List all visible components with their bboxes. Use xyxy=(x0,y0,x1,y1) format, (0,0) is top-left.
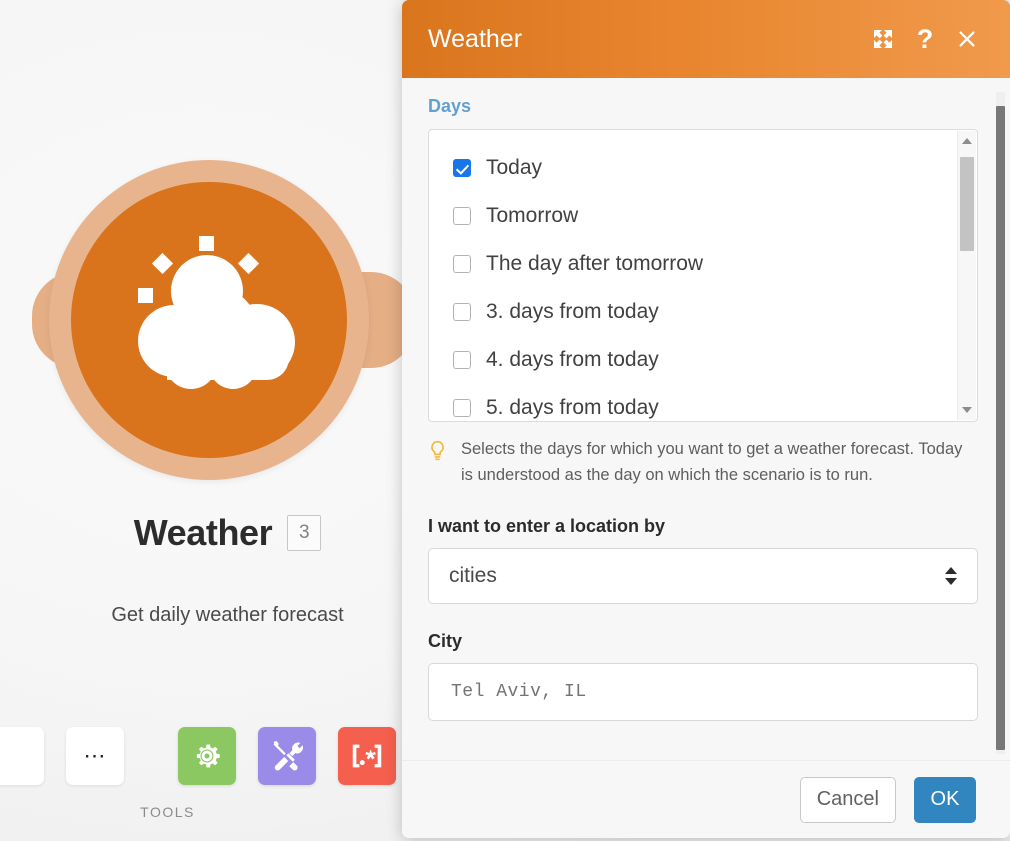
lightbulb-icon xyxy=(428,437,448,488)
scroll-up-arrow-icon[interactable] xyxy=(958,132,976,150)
location-group: I want to enter a location by cities xyxy=(428,516,978,605)
ellipsis-icon: ⋯ xyxy=(83,743,107,768)
weather-module-node[interactable] xyxy=(27,160,427,480)
expand-arrows-icon xyxy=(874,30,892,48)
gear-tool-tile[interactable] xyxy=(178,727,236,785)
days-listbox[interactable]: Today Tomorrow The day after tomorrow 3.… xyxy=(428,129,978,422)
day-label: 5. days from today xyxy=(486,396,659,419)
location-select-value: cities xyxy=(449,564,497,588)
scroll-down-arrow-icon[interactable] xyxy=(958,401,976,419)
node-title-row: Weather 3 xyxy=(0,512,455,554)
tool-strip: ⋯ xyxy=(0,727,396,785)
weather-dialog: Weather ? Days Today Tomorrow The day af… xyxy=(402,0,1010,838)
days-hint: Selects the days for which you want to g… xyxy=(428,437,978,488)
regex-brackets-icon xyxy=(352,744,382,768)
days-list-scroll-thumb[interactable] xyxy=(960,157,974,251)
partial-tile[interactable] xyxy=(0,727,44,785)
day-checkbox-day-after-tomorrow[interactable] xyxy=(453,255,471,273)
day-item-today[interactable]: Today xyxy=(429,144,977,192)
day-item-3-days[interactable]: 3. days from today xyxy=(429,288,977,336)
page-title: Weather xyxy=(133,512,273,553)
day-item-day-after-tomorrow[interactable]: The day after tomorrow xyxy=(429,240,977,288)
day-checkbox-5-days[interactable] xyxy=(453,399,471,417)
location-label: I want to enter a location by xyxy=(428,516,666,537)
dialog-footer: Cancel OK xyxy=(402,760,1010,838)
day-item-4-days[interactable]: 4. days from today xyxy=(429,336,977,384)
day-checkbox-4-days[interactable] xyxy=(453,351,471,369)
day-checkbox-today[interactable] xyxy=(453,159,471,177)
city-input[interactable]: Tel Aviv, IL xyxy=(428,663,978,722)
day-checkbox-3-days[interactable] xyxy=(453,303,471,321)
dialog-header: Weather ? xyxy=(402,0,1010,78)
days-label: Days xyxy=(428,96,472,116)
cancel-button[interactable]: Cancel xyxy=(799,776,896,823)
select-updown-icon xyxy=(945,567,957,586)
sun-behind-cloud-icon xyxy=(138,236,295,389)
dialog-title: Weather xyxy=(428,24,523,53)
day-label: 4. days from today xyxy=(486,348,659,371)
screwdriver-wrench-icon xyxy=(273,741,304,771)
day-item-tomorrow[interactable]: Tomorrow xyxy=(429,192,977,240)
tools-label: TOOLS xyxy=(140,804,195,820)
question-mark-icon: ? xyxy=(916,23,934,54)
day-label: 3. days from today xyxy=(486,300,659,323)
city-input-value: Tel Aviv, IL xyxy=(451,682,587,703)
node-subtitle: Get daily weather forecast xyxy=(111,604,344,626)
day-label: Today xyxy=(486,156,543,179)
help-button[interactable]: ? xyxy=(904,18,946,60)
more-options-tile[interactable]: ⋯ xyxy=(66,727,124,785)
days-list: Today Tomorrow The day after tomorrow 3.… xyxy=(429,130,977,421)
regex-tool-tile[interactable] xyxy=(338,727,396,785)
days-hint-text: Selects the days for which you want to g… xyxy=(461,440,963,484)
gear-icon xyxy=(196,744,220,768)
day-checkbox-tomorrow[interactable] xyxy=(453,207,471,225)
expand-button[interactable] xyxy=(862,18,904,60)
dialog-scroll-thumb[interactable] xyxy=(996,106,1005,750)
close-icon xyxy=(959,31,975,47)
ok-button[interactable]: OK xyxy=(914,776,976,823)
day-label: Tomorrow xyxy=(486,204,579,227)
city-group: City Tel Aviv, IL xyxy=(428,631,978,722)
dialog-body: Days Today Tomorrow The day after tomorr… xyxy=(402,78,1010,760)
day-label: The day after tomorrow xyxy=(486,252,704,275)
days-list-scrollbar[interactable] xyxy=(957,131,976,420)
location-select[interactable]: cities xyxy=(428,548,978,605)
close-button[interactable] xyxy=(946,18,988,60)
day-item-5-days[interactable]: 5. days from today xyxy=(429,384,977,421)
city-label: City xyxy=(428,631,463,652)
node-badge: 3 xyxy=(287,515,322,551)
dialog-scrollbar[interactable] xyxy=(996,92,1005,754)
screwdriver-wrench-tool-tile[interactable] xyxy=(258,727,316,785)
